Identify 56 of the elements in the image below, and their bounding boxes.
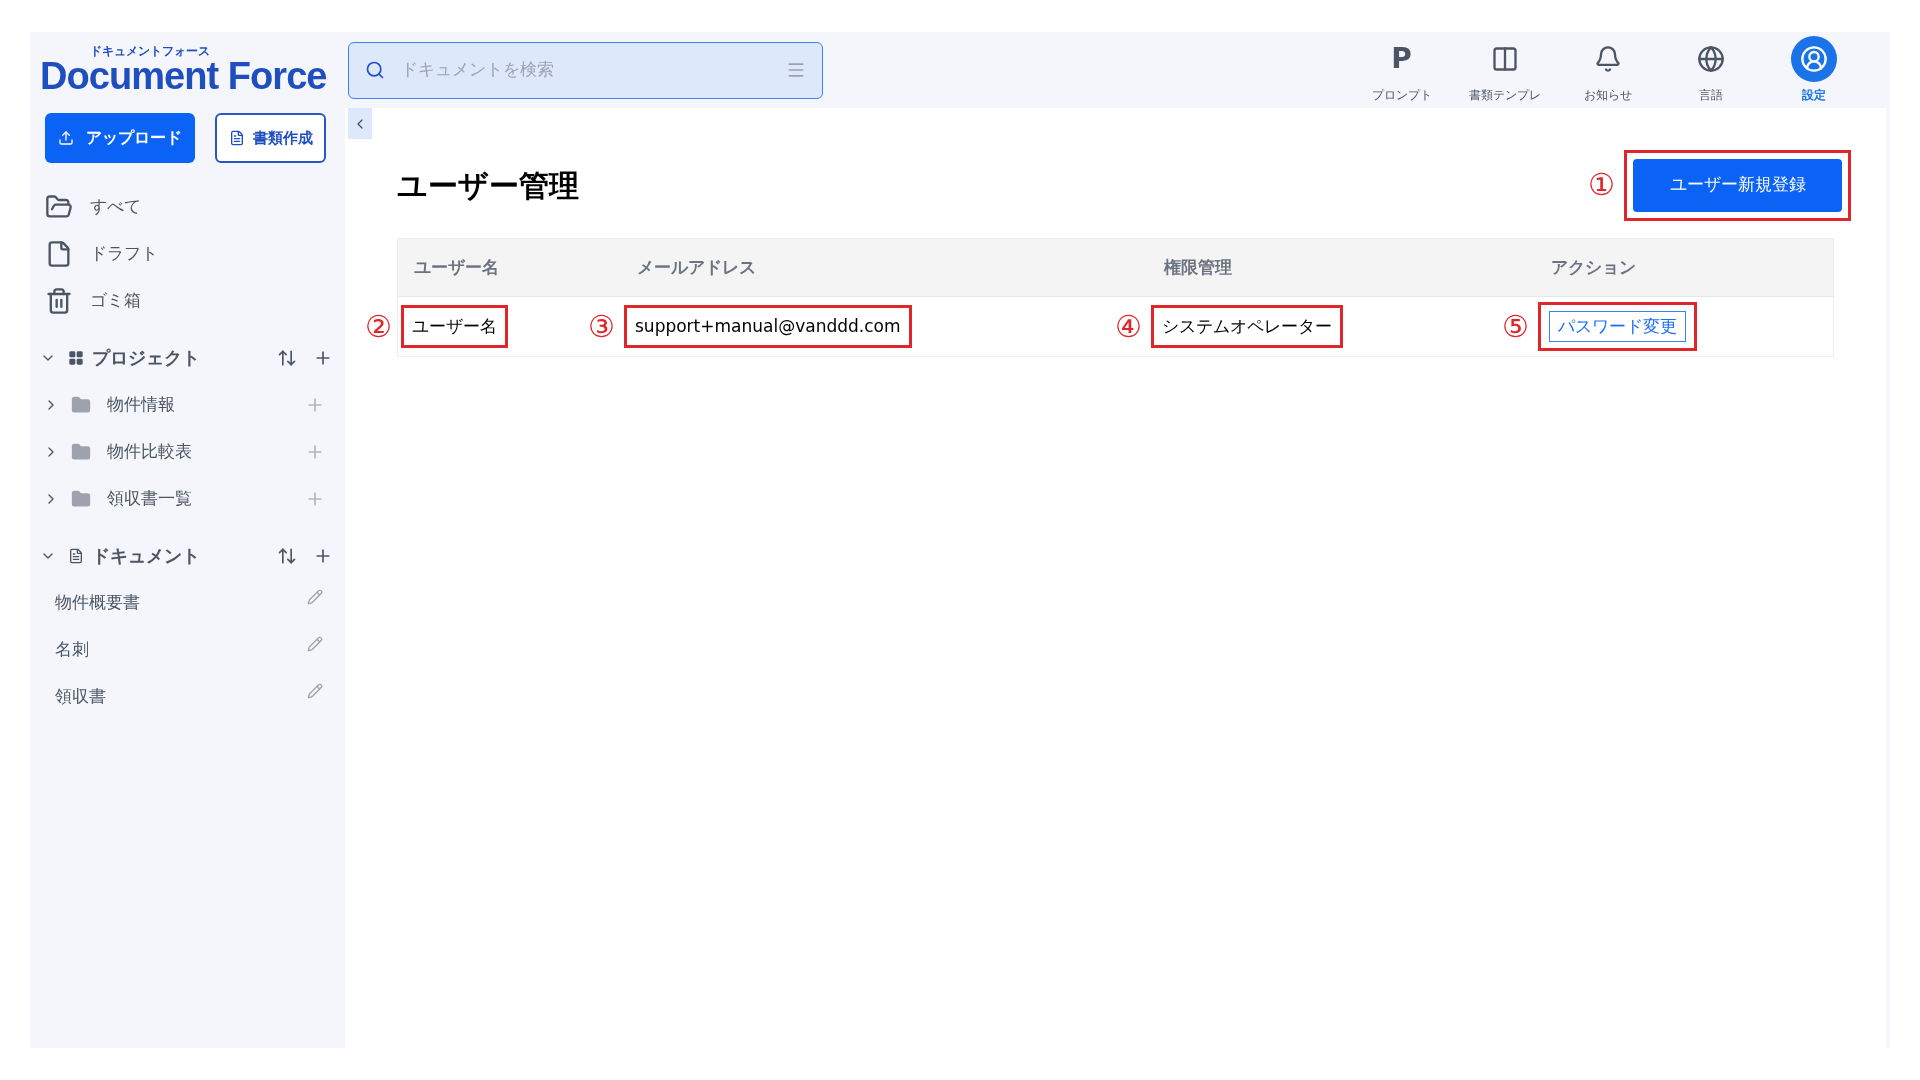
column-header: 権限管理 (1164, 255, 1233, 279)
search-field[interactable]: ドキュメントを検索 (348, 41, 823, 99)
nav-item[interactable]: ドラフト (90, 240, 158, 267)
search-input[interactable]: ドキュメントを検索 (401, 57, 786, 83)
folder-icon (71, 488, 91, 509)
toolbar-button[interactable]: 書類テンプレ (1453, 36, 1556, 104)
globe-icon (1696, 45, 1725, 73)
column-header: メールアドレス (637, 255, 757, 279)
folder-icon (71, 441, 91, 462)
logo-kana: ドキュメントフォース (90, 45, 211, 57)
toolbar-label: お知らせ (1583, 87, 1632, 104)
section-title[interactable]: ドキュメント (92, 542, 200, 569)
toolbar-button[interactable]: 設定 (1762, 36, 1865, 104)
user-icon (1799, 45, 1828, 73)
toolbar-button[interactable]: P プロンプト (1350, 36, 1453, 104)
document-icon (68, 547, 84, 564)
document-item[interactable]: 名刺 (55, 636, 89, 663)
marker-number: ④ (1115, 311, 1142, 342)
new-user-button[interactable]: ユーザー新規登録 (1633, 158, 1842, 212)
table-cell: support+manual@vanddd.com (635, 315, 901, 336)
table-cell: システムオペレーター (1162, 315, 1332, 336)
upload-icon (58, 130, 74, 146)
document-item[interactable]: 物件概要書 (55, 589, 140, 616)
column-header: ユーザー名 (414, 255, 500, 279)
prompt-icon: P (1391, 45, 1412, 73)
toolbar-label: プロンプト (1371, 87, 1432, 104)
marker-number: ⑤ (1502, 311, 1529, 342)
panel-icon (1490, 45, 1519, 73)
upload-button[interactable]: アップロード (45, 113, 195, 163)
section-title[interactable]: プロジェクト (92, 344, 200, 371)
nav-item[interactable]: すべて (90, 193, 141, 220)
logo-wordmark[interactable]: Document Force (40, 57, 345, 95)
folder-icon (71, 394, 91, 415)
bell-icon (1593, 45, 1622, 73)
grid-icon (68, 349, 84, 366)
toolbar-button[interactable]: 言語 (1659, 36, 1762, 104)
toolbar-label: 設定 (1801, 87, 1826, 104)
change-password-link[interactable]: パスワード変更 (1549, 310, 1686, 343)
toolbar-label: 書類テンプレ (1468, 87, 1541, 104)
marker-number: ③ (588, 311, 615, 342)
toolbar-button[interactable]: お知らせ (1556, 36, 1659, 104)
table-cell: ユーザー名 (412, 315, 497, 336)
search-icon (365, 60, 385, 80)
page-title: ユーザー管理 (397, 166, 579, 205)
marker-number: ① (1588, 170, 1615, 200)
nav-item[interactable]: ゴミ箱 (90, 287, 141, 314)
trash-icon (45, 286, 73, 315)
document-icon (228, 130, 245, 146)
project-item[interactable]: 領収書一覧 (107, 485, 192, 512)
marker-number: ② (365, 311, 392, 342)
toolbar-label: 言語 (1698, 87, 1723, 104)
project-item[interactable]: 物件比較表 (107, 438, 192, 465)
document-item[interactable]: 領収書 (55, 683, 106, 710)
project-item[interactable]: 物件情報 (107, 391, 175, 418)
create-button[interactable]: 書類作成 (215, 113, 326, 163)
column-header: アクション (1551, 255, 1637, 279)
